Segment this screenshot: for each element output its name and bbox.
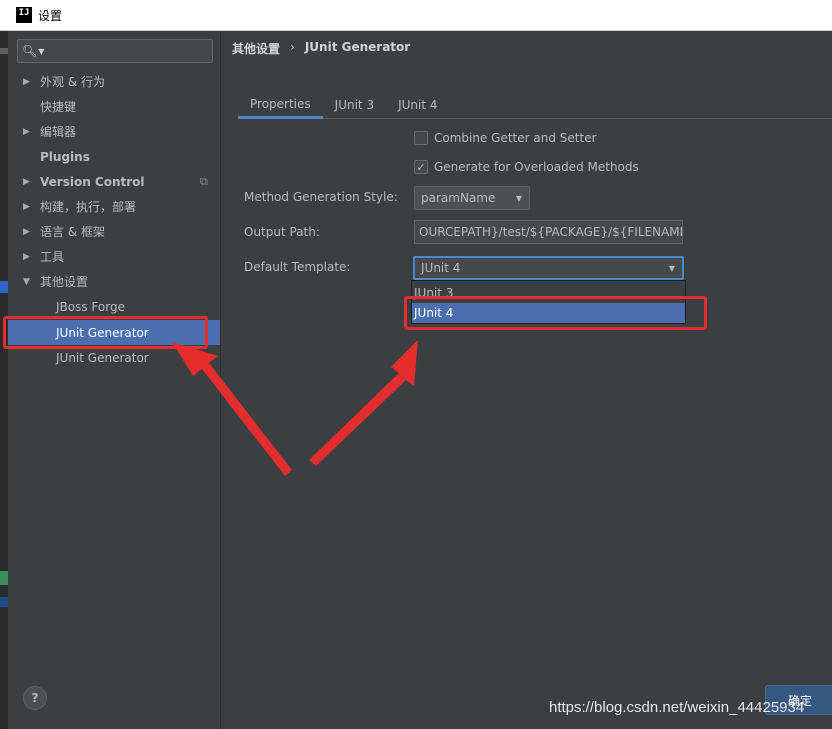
method-generation-style-label: Method Generation Style: [244,190,398,204]
generate-overloaded-option[interactable]: ✓ Generate for Overloaded Methods [414,160,639,174]
window-title: 设置 [38,8,63,23]
breadcrumb-current: JUnit Generator [304,40,411,54]
title-bar: IJ 设置 [0,0,832,31]
combine-getter-setter-checkbox[interactable] [414,131,428,145]
expand-arrow-icon[interactable]: ▶ [23,202,30,212]
annotation-box-dropdown [404,296,707,330]
output-path-value: OURCEPATH}/test/${PACKAGE}/${FILENAME} [419,225,683,239]
sidebar-item-label: 语言 & 框架 [40,225,105,239]
checkmark-icon: ✓ [416,160,426,174]
sidebar-item-keymap[interactable]: 快捷键 [8,94,220,119]
breadcrumb-separator: › [290,40,295,54]
sidebar-item-version-control[interactable]: ▶ Version Control ⧉ [8,169,220,194]
expand-arrow-icon[interactable]: ▶ [23,127,30,137]
search-input[interactable] [48,43,209,59]
sidebar-item-label: 编辑器 [40,125,77,139]
checkbox-label: Combine Getter and Setter [434,131,597,145]
sidebar-item-label: Version Control [40,174,145,189]
background-window-edge [0,31,8,729]
tab-junit3[interactable]: JUnit 3 [323,91,386,119]
sidebar-item-label: JBoss Forge [56,299,125,314]
settings-sidebar: 🔍︎ ▼ ▶ 外观 & 行为 快捷键 ▶ 编辑器 Plugins ▶ Versi… [8,31,221,729]
watermark-text: https://blog.csdn.net/weixin_44425934 [549,699,805,716]
sidebar-item-plugins[interactable]: Plugins [8,144,220,169]
chevron-down-icon: ▼ [668,263,675,273]
select-value: paramName [421,191,496,205]
sidebar-item-label: 构建，执行，部署 [40,200,137,214]
tab-bar: Properties JUnit 3 JUnit 4 [238,91,832,119]
sidebar-item-appearance-behavior[interactable]: ▶ 外观 & 行为 [8,69,220,94]
annotation-box-sidebar [3,316,208,349]
select-value: JUnit 4 [421,261,461,275]
sidebar-item-label: 外观 & 行为 [40,75,105,89]
search-icon: 🔍︎ [22,44,38,58]
generate-overloaded-checkbox[interactable]: ✓ [414,160,428,174]
settings-content: 其他设置 › JUnit Generator Properties JUnit … [222,31,832,729]
collapse-arrow-icon[interactable]: ▼ [23,277,30,287]
sidebar-item-label: Plugins [40,149,90,164]
expand-arrow-icon[interactable]: ▶ [23,227,30,237]
sidebar-item-label: 快捷键 [40,100,77,114]
copy-icon: ⧉ [200,174,208,188]
method-generation-style-select[interactable]: paramName ▼ [414,186,530,210]
combine-getter-setter-option[interactable]: Combine Getter and Setter [414,131,597,145]
tab-junit4[interactable]: JUnit 4 [386,91,449,119]
intellij-logo-icon: IJ [16,7,32,23]
copy-icon: ⧉ [200,350,208,364]
sidebar-item-label: 工具 [40,250,65,264]
sidebar-item-other-settings[interactable]: ▼ 其他设置 [8,269,220,294]
sidebar-item-label: 其他设置 [40,275,89,289]
sidebar-item-build-execution-deployment[interactable]: ▶ 构建，执行，部署 [8,194,220,219]
expand-arrow-icon[interactable]: ▶ [23,252,30,262]
output-path-input[interactable]: OURCEPATH}/test/${PACKAGE}/${FILENAME} [414,220,683,244]
breadcrumb: 其他设置 › JUnit Generator [232,40,410,57]
default-template-label: Default Template: [244,260,351,274]
tab-properties[interactable]: Properties [238,91,323,119]
settings-search[interactable]: 🔍︎ ▼ [17,39,213,63]
expand-arrow-icon[interactable]: ▶ [23,77,30,87]
expand-arrow-icon[interactable]: ▶ [23,177,30,187]
checkbox-label: Generate for Overloaded Methods [434,160,639,174]
default-template-select[interactable]: JUnit 4 ▼ [413,256,684,280]
chevron-down-icon: ▼ [515,193,522,203]
breadcrumb-parent: 其他设置 [232,42,281,56]
output-path-label: Output Path: [244,225,320,239]
search-options-chevron-icon[interactable]: ▼ [38,47,44,56]
help-button[interactable]: ? [23,686,47,710]
sidebar-item-tools[interactable]: ▶ 工具 [8,244,220,269]
sidebar-item-languages-frameworks[interactable]: ▶ 语言 & 框架 [8,219,220,244]
sidebar-item-label: JUnit Generator [56,350,149,365]
sidebar-item-editor[interactable]: ▶ 编辑器 [8,119,220,144]
